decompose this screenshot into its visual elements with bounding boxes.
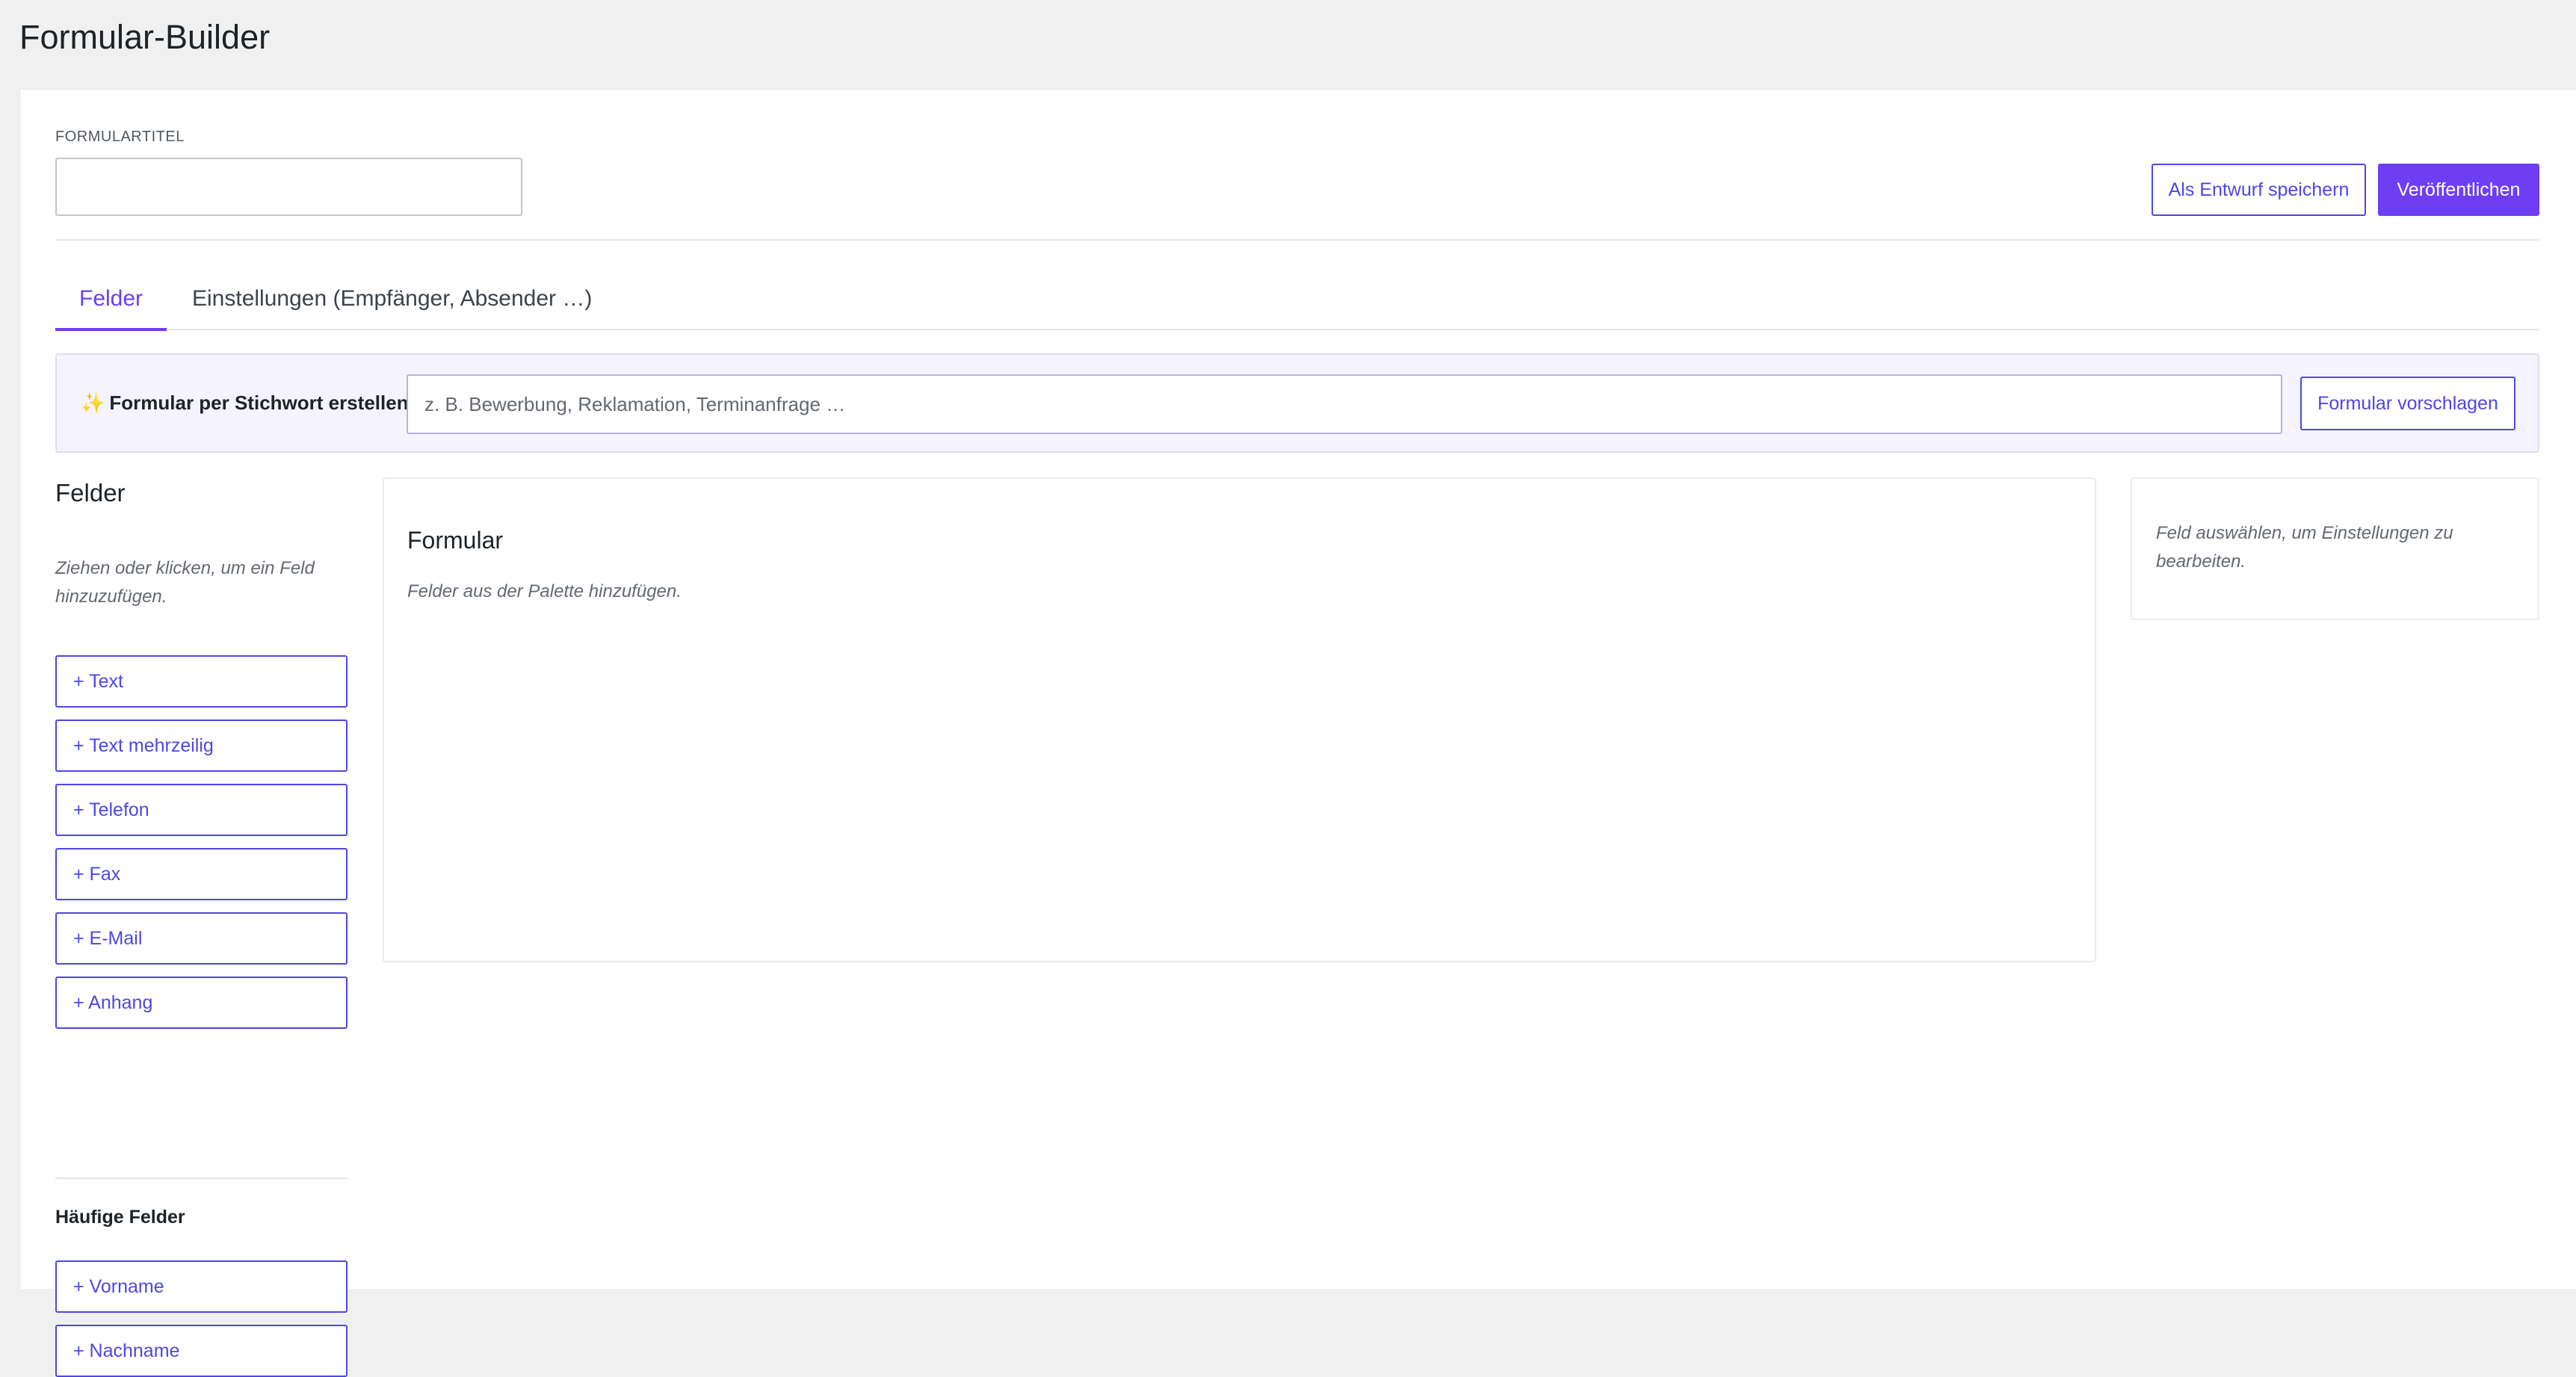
keyword-input[interactable] bbox=[407, 374, 2282, 434]
form-builder-card: FORMULARTITEL Als Entwurf speichern Verö… bbox=[19, 89, 2576, 1377]
common-fields-heading: Häufige Felder bbox=[55, 1207, 185, 1228]
add-email-field-button[interactable]: + E-Mail bbox=[55, 912, 348, 965]
tab-fields[interactable]: Felder bbox=[55, 276, 167, 331]
ai-generator-label-text: Formular per Stichwort erstellen: bbox=[109, 392, 416, 414]
add-lastname-field-button[interactable]: + Nachname bbox=[55, 1325, 348, 1377]
page-title: Formular-Builder bbox=[19, 18, 271, 56]
add-text-field-button[interactable]: + Text bbox=[55, 655, 348, 708]
canvas-title: Formular bbox=[407, 527, 504, 554]
add-textarea-field-button[interactable]: + Text mehrzeilig bbox=[55, 720, 348, 772]
publish-button[interactable]: Veröffentlichen bbox=[2378, 164, 2539, 216]
tab-settings[interactable]: Einstellungen (Empfänger, Absender …) bbox=[165, 276, 616, 330]
sparkles-icon: ✨ bbox=[81, 392, 105, 414]
add-phone-field-button[interactable]: + Telefon bbox=[55, 784, 348, 836]
settings-empty-hint: Feld auswählen, um Einstellungen zu bear… bbox=[2156, 523, 2453, 572]
palette-heading: Felder bbox=[55, 479, 126, 507]
field-settings-panel: Feld auswählen, um Einstellungen zu bear… bbox=[2131, 477, 2539, 620]
suggest-form-button[interactable]: Formular vorschlagen bbox=[2300, 377, 2515, 430]
add-attachment-field-button[interactable]: + Anhang bbox=[55, 977, 348, 1029]
add-fax-field-button[interactable]: + Fax bbox=[55, 848, 348, 900]
form-canvas[interactable]: Formular Felder aus der Palette hinzufüg… bbox=[383, 477, 2096, 962]
add-firstname-field-button[interactable]: + Vorname bbox=[55, 1260, 348, 1313]
form-title-input[interactable] bbox=[55, 158, 522, 216]
palette-hint: Ziehen oder klicken, um ein Feld hinzuzu… bbox=[55, 558, 315, 607]
palette-divider bbox=[55, 1178, 348, 1179]
form-title-label: FORMULARTITEL bbox=[55, 129, 185, 145]
canvas-empty-hint: Felder aus der Palette hinzufügen. bbox=[407, 581, 682, 601]
header-divider bbox=[55, 239, 2539, 241]
ai-generator-label: ✨ Formular per Stichwort erstellen: bbox=[81, 389, 415, 416]
tab-bar: Felder Einstellungen (Empfänger, Absende… bbox=[55, 276, 2539, 331]
ai-form-generator-bar: ✨Formular per Stichwort erstellen: Formu… bbox=[55, 353, 2539, 453]
save-draft-button[interactable]: Als Entwurf speichern bbox=[2152, 164, 2366, 216]
